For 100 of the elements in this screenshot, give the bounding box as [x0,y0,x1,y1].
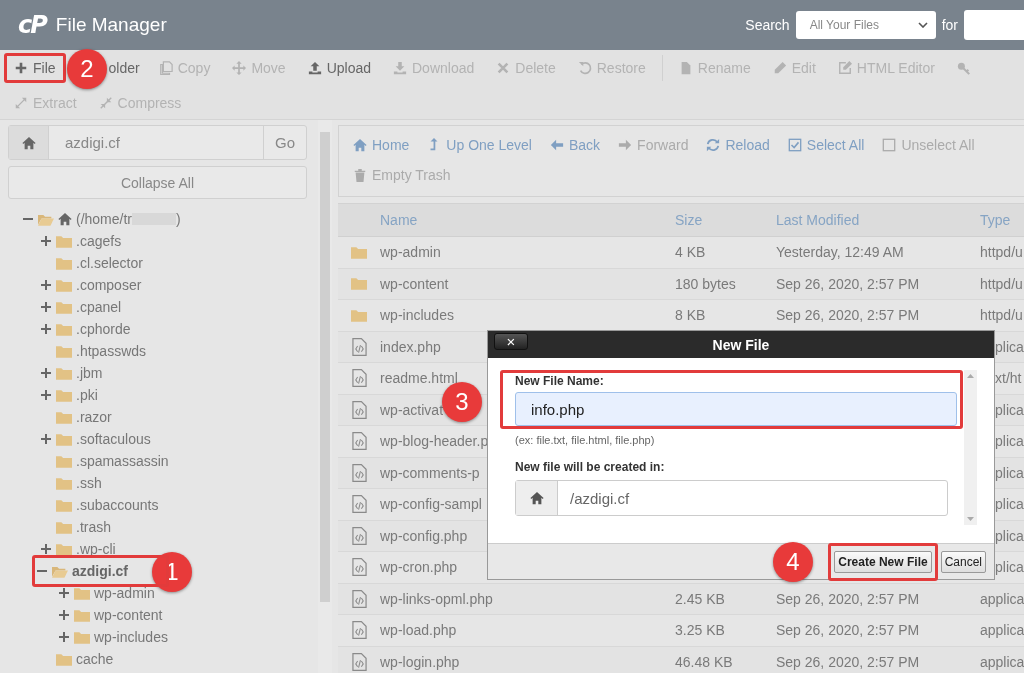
tree-item[interactable]: .cphorde [76,321,131,337]
search-field[interactable] [964,10,1024,40]
search-scope-dropdown[interactable]: All Your Files [795,11,936,39]
cross-icon [496,60,511,75]
modified-cell-text: Sep 26, 2020, 2:57 PM [776,307,921,324]
tree-item[interactable]: .cl.selector [76,255,143,271]
left-arrow-icon [549,138,564,152]
tree-item[interactable]: cache [76,651,114,667]
plus-icon[interactable] [41,236,51,246]
folder-icon [56,542,72,556]
size-cell-text: 3.25 KB [675,622,726,639]
plus-icon[interactable] [41,390,51,400]
scrollbar[interactable] [964,370,977,525]
nav-button[interactable]: Select All [781,130,871,160]
folder-icon [74,630,90,644]
column-header[interactable]: Last Modified [776,212,980,228]
location-field[interactable]: /azdigi.cf [515,480,948,516]
folder-icon [56,520,72,534]
tree-item[interactable]: wp-content [94,607,163,623]
file-name-cell[interactable]: wp-links-opml.php [380,590,675,607]
checked-box-icon [787,138,802,152]
tree-item[interactable]: wp-includes [94,629,168,645]
plus-icon[interactable] [59,632,69,642]
plus-icon[interactable] [59,588,69,598]
type-cell: plica [995,401,1024,418]
tree-item-suffix: ) [176,211,181,227]
plus-icon[interactable] [41,280,51,290]
reload-icon [706,138,721,152]
size-cell-text: 46.48 KB [675,653,734,670]
folder-icon [56,300,72,314]
type-cell: applica [980,590,1024,607]
tree-item[interactable]: .spamassassin [76,453,169,469]
plus-icon[interactable] [41,324,51,334]
column-header[interactable]: Type [980,212,1011,228]
field-label: New file will be created in: [515,460,666,474]
close-button[interactable]: × [494,333,528,350]
column-header[interactable]: Size [675,212,776,228]
dialog-title: New File [712,336,770,353]
file-name-cell[interactable]: wp-content [380,275,675,292]
tree-item[interactable]: .ssh [76,475,102,491]
create-new-file-button[interactable]: Create New File [834,550,932,573]
folder-icon [56,256,72,270]
home-icon [529,491,544,505]
type-cell: plica [995,559,1024,576]
path-field[interactable]: azdigi.cf [49,126,263,159]
collapse-all-button[interactable]: Collapse All [8,166,307,199]
file-name-cell[interactable]: wp-load.php [380,622,675,639]
size-cell-text: 4 KB [675,244,707,261]
type-cell: plica [995,464,1024,481]
tree-item[interactable]: (/home/tr [76,211,132,227]
home-icon [353,138,367,152]
tree-item[interactable]: .composer [76,277,142,293]
toolbar-button[interactable]: File [4,52,66,83]
tree-item[interactable]: .trash [76,519,111,535]
tree-item[interactable]: .pki [76,387,98,403]
tree-item[interactable]: .softaculous [76,431,151,447]
code-file-icon [351,462,367,483]
plus-icon[interactable] [41,434,51,444]
go-button[interactable]: Go [263,126,306,159]
file-name-cell[interactable]: wp-login.php [380,653,675,670]
size-cell-text: 180 bytes [675,275,737,292]
tree-item[interactable]: .cagefs [76,233,122,249]
cancel-button[interactable]: Cancel [940,550,986,573]
copy-icon [158,60,173,75]
nav-button[interactable]: Up One Level [421,130,538,160]
toolbar-button[interactable]: Upload [297,52,381,83]
type-cell: plica [995,338,1024,355]
app-title: File Manager [55,14,167,36]
modified-cell-text: Sep 26, 2020, 2:57 PM [776,590,921,607]
tree-item[interactable]: azdigi.cf [72,563,128,579]
plus-icon[interactable] [41,302,51,312]
column-header[interactable]: Name [380,212,675,228]
plus-icon[interactable] [41,368,51,378]
plus-icon [14,60,28,75]
tree-item[interactable]: .subaccounts [76,497,159,513]
nav-button[interactable]: Home [347,130,416,160]
file-name-cell[interactable]: wp-admin [380,244,675,261]
type-cell: plica [995,527,1024,544]
plus-icon[interactable] [41,544,51,554]
trash-icon [353,168,367,182]
folder-icon [56,476,72,490]
file-name-field[interactable]: info.php [515,392,957,426]
plus-icon[interactable] [59,610,69,620]
tree-item[interactable]: wp-admin [94,585,155,601]
expand-arrows-icon [14,95,28,110]
code-file-icon [351,368,367,389]
nav-button[interactable]: Back [543,130,607,160]
tree-item[interactable]: .jbm [76,365,103,381]
edit-icon [837,60,852,75]
modified-cell-text: Sep 26, 2020, 2:57 PM [776,275,921,292]
tree-item[interactable]: .htpasswds [76,343,147,359]
compress-arrows-icon [98,95,113,110]
nav-button[interactable]: Reload [700,130,776,160]
file-name-cell[interactable]: wp-includes [380,307,675,324]
tree-item[interactable]: .cpanel [76,299,122,315]
home-button[interactable] [9,126,49,159]
tree-item[interactable]: .razor [76,409,112,425]
code-file-icon [351,588,367,609]
size-cell-text: 8 KB [675,307,707,324]
tree-item[interactable]: .wp-cli [76,541,116,557]
